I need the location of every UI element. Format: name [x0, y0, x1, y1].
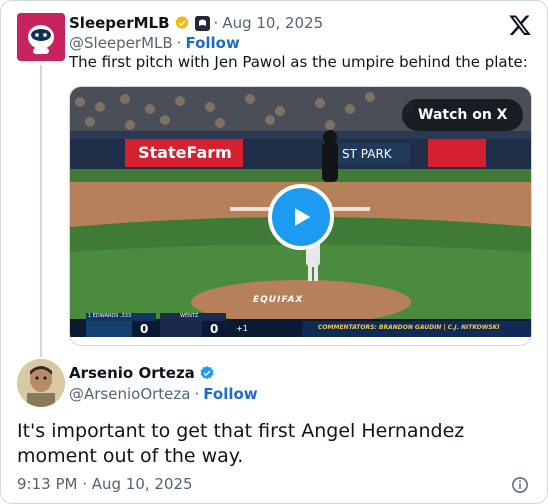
- play-button[interactable]: [268, 184, 334, 250]
- quoted-header-line2: @SleeperMLB · Follow: [69, 33, 240, 53]
- quoted-handle[interactable]: @SleeperMLB: [69, 34, 173, 52]
- thread-connector-line: [40, 65, 42, 357]
- affiliate-badge-icon: [194, 15, 210, 31]
- quoted-follow-button[interactable]: Follow: [185, 34, 239, 52]
- x-logo-icon[interactable]: [508, 13, 532, 37]
- banner-statefarm: StateFarm: [138, 143, 232, 162]
- verified-badge-icon: [175, 16, 188, 30]
- reply-display-name[interactable]: Arsenio Orteza: [69, 364, 195, 382]
- quoted-header-line1: SleeperMLB · Aug 10, 2025: [69, 13, 323, 33]
- separator-dot: ·: [194, 385, 200, 403]
- quoted-post-text: The first pitch with Jen Pawol as the um…: [69, 53, 528, 71]
- verified-badge-icon: [200, 366, 214, 380]
- separator-dot: ·: [213, 14, 219, 32]
- embedded-post-card: SleeperMLB · Aug 10, 2025 @SleeperMLB · …: [0, 0, 548, 504]
- sleepermlb-avatar[interactable]: [17, 13, 65, 61]
- scorebug-away-player: 1 EDWARDS .333: [88, 313, 132, 319]
- scorebug-commentators: COMMENTATORS: BRANDON GAUDIN | C.J. NITK…: [318, 324, 500, 331]
- watch-on-x-button[interactable]: Watch on X: [402, 99, 524, 131]
- banner-park: ST PARK: [342, 147, 392, 161]
- reply-follow-button[interactable]: Follow: [203, 385, 257, 403]
- separator-dot: ·: [176, 34, 182, 52]
- quoted-display-name[interactable]: SleeperMLB: [69, 14, 170, 32]
- reply-header-line1: Arsenio Orteza: [69, 363, 215, 383]
- reply-header-line2: @ArsenioOrteza · Follow: [69, 384, 258, 404]
- reply-post-text: It's important to get that first Angel H…: [17, 420, 465, 467]
- scorebug-away-score: 0: [140, 322, 149, 336]
- scorebug-count: +1: [236, 324, 248, 333]
- scorebug-home-score: 0: [210, 322, 219, 336]
- info-icon[interactable]: [511, 476, 529, 494]
- arsenio-orteza-avatar[interactable]: [17, 359, 65, 407]
- reply-timestamp[interactable]: 9:13 PM · Aug 10, 2025: [17, 475, 193, 493]
- reply-handle[interactable]: @ArsenioOrteza: [69, 385, 190, 403]
- scorebug-home-player: WENTZ: [180, 313, 199, 319]
- quoted-date[interactable]: Aug 10, 2025: [222, 14, 323, 32]
- play-icon: [295, 208, 311, 226]
- mound-logo: EQUIFAX: [253, 295, 304, 305]
